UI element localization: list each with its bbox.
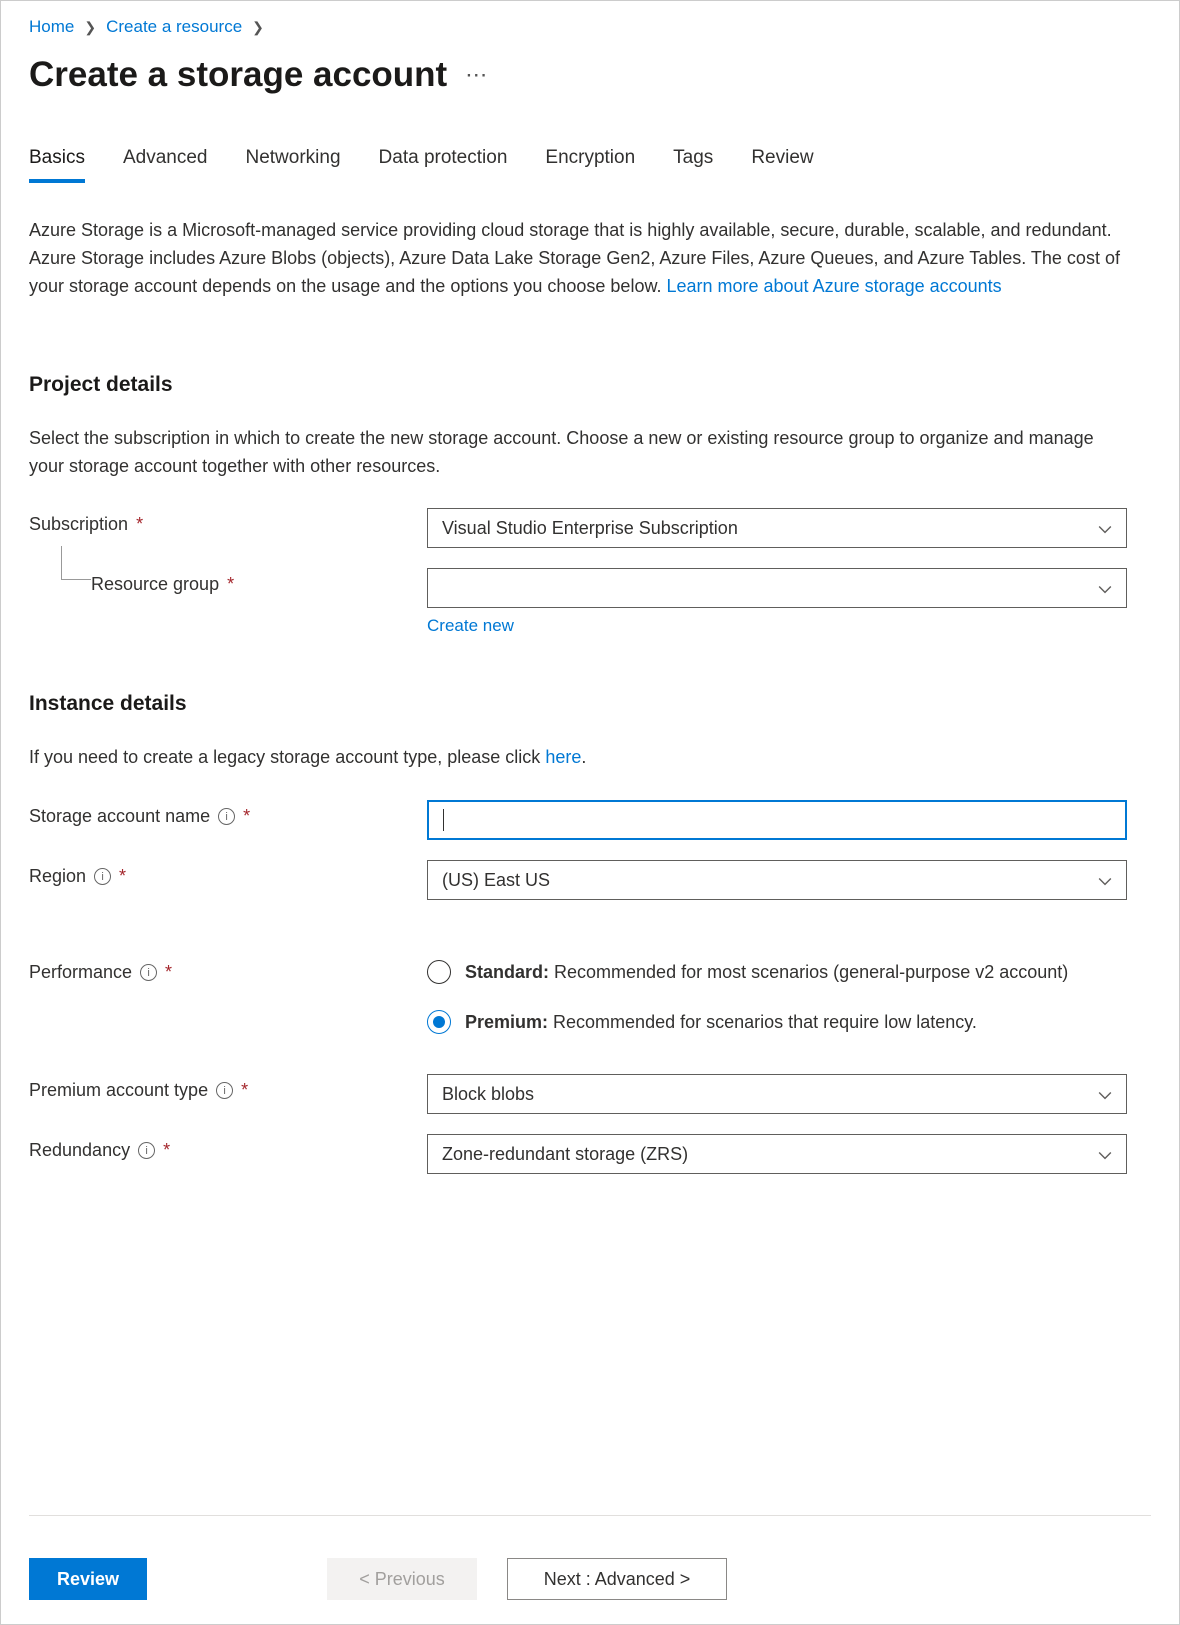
subscription-value: Visual Studio Enterprise Subscription: [442, 518, 738, 539]
required-icon: *: [136, 514, 143, 535]
chevron-down-icon: [1098, 1087, 1112, 1101]
redundancy-value: Zone-redundant storage (ZRS): [442, 1144, 688, 1165]
region-label: Region: [29, 866, 86, 887]
required-icon: *: [241, 1080, 248, 1101]
instance-desc-post: .: [581, 747, 586, 767]
required-icon: *: [165, 962, 172, 983]
performance-radio-premium[interactable]: Premium: Recommended for scenarios that …: [427, 1010, 1127, 1034]
more-actions-icon[interactable]: ⋯: [465, 62, 488, 88]
learn-more-link[interactable]: Learn more about Azure storage accounts: [666, 276, 1001, 296]
chevron-down-icon: [1098, 1147, 1112, 1161]
previous-button: < Previous: [327, 1558, 477, 1600]
tree-line-icon: [61, 546, 91, 580]
create-new-link[interactable]: Create new: [427, 616, 514, 636]
storage-account-name-input[interactable]: [427, 800, 1127, 840]
resource-group-select[interactable]: [427, 568, 1127, 608]
resource-group-label: Resource group: [91, 574, 219, 595]
tab-review[interactable]: Review: [751, 147, 813, 183]
info-icon[interactable]: i: [94, 868, 111, 885]
required-icon: *: [227, 574, 234, 595]
breadcrumb-create-resource[interactable]: Create a resource: [106, 17, 242, 37]
subscription-label: Subscription: [29, 514, 128, 535]
tab-tags[interactable]: Tags: [673, 147, 713, 183]
redundancy-select[interactable]: Zone-redundant storage (ZRS): [427, 1134, 1127, 1174]
tab-networking[interactable]: Networking: [245, 147, 340, 183]
subscription-select[interactable]: Visual Studio Enterprise Subscription: [427, 508, 1127, 548]
tab-basics[interactable]: Basics: [29, 147, 85, 183]
storage-account-name-label: Storage account name: [29, 806, 210, 827]
review-button[interactable]: Review: [29, 1558, 147, 1600]
performance-radio-group: Standard: Recommended for most scenarios…: [427, 956, 1127, 1034]
region-select[interactable]: (US) East US: [427, 860, 1127, 900]
instance-details-heading: Instance details: [29, 692, 1151, 716]
region-value: (US) East US: [442, 870, 550, 891]
text-cursor-icon: [443, 809, 444, 831]
project-details-heading: Project details: [29, 373, 1151, 397]
instance-details-desc: If you need to create a legacy storage a…: [29, 744, 1129, 772]
radio-icon: [427, 960, 451, 984]
info-icon[interactable]: i: [216, 1082, 233, 1099]
chevron-right-icon: ❯: [252, 19, 264, 36]
intro-text: Azure Storage is a Microsoft-managed ser…: [29, 217, 1129, 301]
premium-account-type-label: Premium account type: [29, 1080, 208, 1101]
info-icon[interactable]: i: [138, 1142, 155, 1159]
breadcrumb-home[interactable]: Home: [29, 17, 74, 37]
chevron-down-icon: [1098, 521, 1112, 535]
tab-encryption[interactable]: Encryption: [545, 147, 635, 183]
info-icon[interactable]: i: [218, 808, 235, 825]
tab-advanced[interactable]: Advanced: [123, 147, 208, 183]
page-frame: Home ❯ Create a resource ❯ Create a stor…: [0, 0, 1180, 1625]
perf-standard-title: Standard:: [465, 962, 549, 982]
required-icon: *: [163, 1140, 170, 1161]
radio-icon: [427, 1010, 451, 1034]
performance-label: Performance: [29, 962, 132, 983]
required-icon: *: [119, 866, 126, 887]
footer-separator: [29, 1515, 1151, 1516]
premium-account-type-select[interactable]: Block blobs: [427, 1074, 1127, 1114]
legacy-here-link[interactable]: here: [545, 747, 581, 767]
footer: Review < Previous Next : Advanced >: [29, 1558, 1151, 1600]
required-icon: *: [243, 806, 250, 827]
instance-desc-pre: If you need to create a legacy storage a…: [29, 747, 545, 767]
next-button[interactable]: Next : Advanced >: [507, 1558, 727, 1600]
chevron-down-icon: [1098, 873, 1112, 887]
perf-premium-title: Premium:: [465, 1012, 548, 1032]
project-details-desc: Select the subscription in which to crea…: [29, 425, 1129, 481]
page-title: Create a storage account: [29, 55, 447, 95]
redundancy-label: Redundancy: [29, 1140, 130, 1161]
perf-standard-desc: Recommended for most scenarios (general-…: [549, 962, 1068, 982]
chevron-right-icon: ❯: [84, 19, 96, 36]
breadcrumb: Home ❯ Create a resource ❯: [29, 11, 1151, 37]
performance-radio-standard[interactable]: Standard: Recommended for most scenarios…: [427, 960, 1127, 984]
chevron-down-icon: [1098, 581, 1112, 595]
tab-data-protection[interactable]: Data protection: [379, 147, 508, 183]
premium-account-type-value: Block blobs: [442, 1084, 534, 1105]
info-icon[interactable]: i: [140, 964, 157, 981]
perf-premium-desc: Recommended for scenarios that require l…: [548, 1012, 977, 1032]
tabs: Basics Advanced Networking Data protecti…: [29, 147, 1151, 183]
